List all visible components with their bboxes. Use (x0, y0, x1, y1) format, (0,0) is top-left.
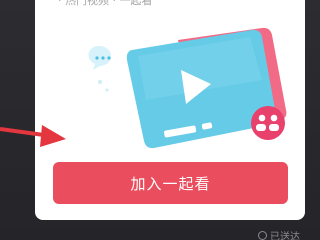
chat-bubble-icon (88, 46, 112, 70)
sparkle-dots (98, 80, 109, 92)
group-icon (251, 106, 285, 140)
watch-together-illustration (88, 27, 287, 149)
red-pointer-arrow (0, 125, 66, 147)
chat-screen: · 热门视频 · 一起看 加入一起看 已送达 (0, 0, 320, 240)
watch-together-card[interactable]: · 热门视频 · 一起看 加入一起看 (35, 0, 305, 220)
delivery-status-text: 已送达 (270, 232, 300, 240)
delivery-status: 已送达 (258, 228, 300, 240)
join-watch-together-button[interactable]: 加入一起看 (53, 162, 288, 204)
status-circle-icon (258, 231, 267, 240)
card-top-text: · 热门视频 · 一起看 (58, 0, 153, 7)
